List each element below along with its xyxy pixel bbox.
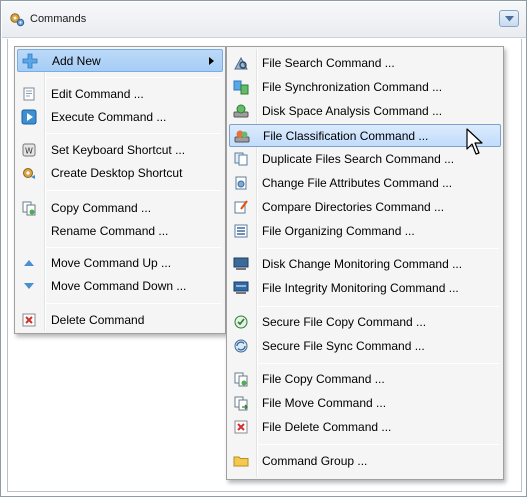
file-attributes-icon xyxy=(235,176,247,190)
compare-directories-icon xyxy=(234,200,248,214)
submenu-item-secure-file-sync[interactable]: Secure File Sync Command ... xyxy=(229,335,501,358)
submenu-item-change-file-attributes[interactable]: Change File Attributes Command ... xyxy=(229,172,501,195)
edit-document-icon xyxy=(23,87,35,101)
panel-dropdown-button[interactable] xyxy=(499,10,519,27)
panel-title: Commands xyxy=(30,13,87,25)
gears-icon xyxy=(10,13,25,27)
submenu-item-file-delete[interactable]: File Delete Command ... xyxy=(229,416,501,439)
file-organizing-icon xyxy=(234,224,248,238)
menu-item-delete-command[interactable]: Delete Command xyxy=(17,309,223,332)
chevron-down-icon xyxy=(505,16,514,22)
submenu-item-file-move[interactable]: File Move Command ... xyxy=(229,392,501,415)
keyboard-key-icon: W xyxy=(22,143,36,157)
file-move-icon xyxy=(234,396,248,411)
submenu-item-file-synchronization[interactable]: File Synchronization Command ... xyxy=(229,76,501,99)
submenu-item-secure-file-copy[interactable]: Secure File Copy Command ... xyxy=(229,311,501,334)
submenu-arrow-icon xyxy=(209,57,214,65)
integrity-monitor-icon xyxy=(233,281,249,294)
submenu-separator xyxy=(257,306,499,307)
submenu-item-disk-space-analysis[interactable]: Disk Space Analysis Command ... xyxy=(229,100,501,123)
context-menu: Add New Edit Command ... Execute Command… xyxy=(14,46,226,334)
shortcut-icon xyxy=(23,168,35,179)
file-delete-icon xyxy=(234,420,248,434)
panel-titlebar: Commands xyxy=(2,2,526,38)
menu-separator xyxy=(45,247,221,248)
submenu-item-file-organizing[interactable]: File Organizing Command ... xyxy=(229,220,501,243)
submenu-item-compare-directories[interactable]: Compare Directories Command ... xyxy=(229,196,501,219)
triangle-down-icon xyxy=(24,283,34,289)
menu-separator xyxy=(45,303,221,304)
copy-icon xyxy=(22,201,36,216)
submenu-separator xyxy=(257,363,499,364)
menu-item-set-keyboard-shortcut[interactable]: W Set Keyboard Shortcut ... xyxy=(17,139,223,162)
add-new-submenu: File Search Command ... File Synchroniza… xyxy=(226,46,504,480)
menu-separator xyxy=(45,77,221,78)
submenu-item-file-integrity-monitoring[interactable]: File Integrity Monitoring Command ... xyxy=(229,277,501,300)
play-icon xyxy=(21,109,37,125)
submenu-separator xyxy=(257,248,499,249)
disk-space-icon xyxy=(233,104,249,118)
submenu-item-file-search[interactable]: File Search Command ... xyxy=(229,52,501,75)
submenu-item-disk-change-monitoring[interactable]: Disk Change Monitoring Command ... xyxy=(229,253,501,276)
menu-item-move-command-down[interactable]: Move Command Down ... xyxy=(17,275,223,298)
file-copy-icon xyxy=(234,372,248,387)
menu-separator xyxy=(45,190,221,191)
secure-copy-icon xyxy=(234,315,248,329)
submenu-separator xyxy=(257,444,499,445)
file-classification-icon xyxy=(234,130,250,143)
mouse-cursor-icon xyxy=(466,128,483,155)
menu-item-add-new[interactable]: Add New xyxy=(17,49,223,72)
triangle-up-icon xyxy=(24,260,34,266)
duplicate-files-icon xyxy=(234,152,248,166)
plus-icon xyxy=(22,53,38,69)
submenu-item-file-copy[interactable]: File Copy Command ... xyxy=(229,368,501,391)
folder-icon xyxy=(233,456,249,467)
menu-item-rename-command[interactable]: Rename Command ... xyxy=(17,220,223,243)
menu-item-edit-command[interactable]: Edit Command ... xyxy=(17,83,223,106)
secure-sync-icon xyxy=(234,339,248,353)
menu-item-copy-command[interactable]: Copy Command ... xyxy=(17,197,223,220)
file-search-icon xyxy=(234,56,248,70)
submenu-item-command-group[interactable]: Command Group ... xyxy=(229,450,501,473)
disk-monitor-icon xyxy=(233,257,249,270)
svg-text:W: W xyxy=(25,147,33,156)
menu-item-execute-command[interactable]: Execute Command ... xyxy=(17,106,223,129)
submenu-item-file-classification[interactable]: File Classification Command ... xyxy=(229,124,501,147)
file-sync-icon xyxy=(233,80,249,95)
delete-x-icon xyxy=(22,313,36,327)
menu-item-move-command-up[interactable]: Move Command Up ... xyxy=(17,252,223,275)
menu-separator xyxy=(45,133,221,134)
submenu-item-duplicate-files-search[interactable]: Duplicate Files Search Command ... xyxy=(229,148,501,171)
menu-item-create-desktop-shortcut[interactable]: Create Desktop Shortcut xyxy=(17,162,223,185)
